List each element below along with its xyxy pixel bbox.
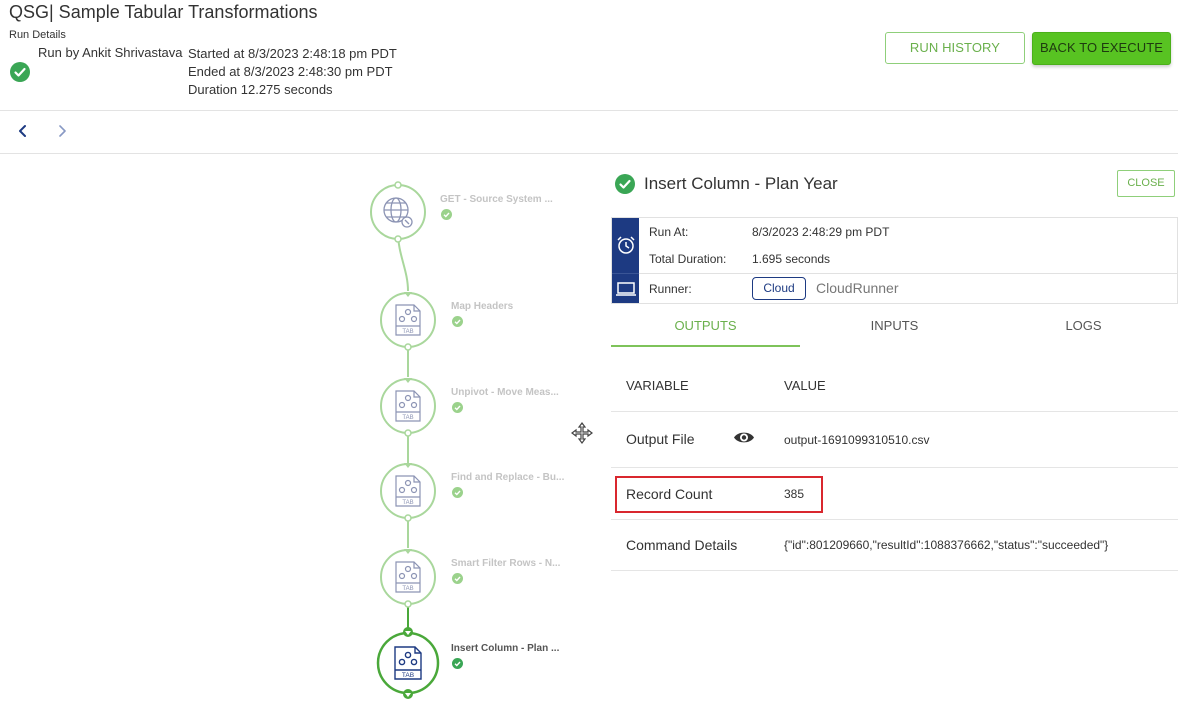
flow-node-smart-filter[interactable]: TAB	[380, 549, 436, 608]
run-duration: Duration 12.275 seconds	[188, 82, 333, 97]
run-at-value: 8/3/2023 2:48:29 pm PDT	[752, 225, 890, 239]
info-sidebar-divider	[612, 273, 639, 274]
alarm-clock-icon	[617, 236, 635, 254]
info-divider	[639, 273, 1178, 274]
runner-label: Runner:	[649, 282, 692, 296]
flow-node-label[interactable]: Insert Column - Plan ...	[451, 643, 559, 654]
run-ended: Ended at 8/3/2023 2:48:30 pm PDT	[188, 64, 393, 79]
flow-node-label[interactable]: Unpivot - Move Meas...	[451, 387, 559, 398]
column-header-value: VALUE	[784, 378, 826, 393]
flow-node-find-replace[interactable]: TAB	[380, 463, 436, 522]
output-variable-name: Command Details	[626, 537, 738, 553]
success-check-icon	[10, 62, 30, 82]
run-by: Run by Ankit Shrivastava	[38, 45, 183, 60]
runner-name: CloudRunner	[816, 280, 899, 296]
svg-text:TAB: TAB	[402, 329, 413, 335]
output-variable-value: {"id":801209660,"resultId":1088376662,"s…	[784, 538, 1109, 552]
tab-inputs[interactable]: INPUTS	[800, 318, 989, 333]
svg-text:TAB: TAB	[402, 500, 413, 506]
success-check-icon	[452, 316, 463, 327]
flow-diagram: TAB TAB TAB TAB TAB	[370, 181, 440, 699]
back-to-execute-button[interactable]: BACK TO EXECUTE	[1032, 32, 1171, 65]
active-tab-indicator	[611, 345, 800, 347]
column-header-variable: VARIABLE	[626, 378, 689, 393]
run-at-label: Run At:	[649, 225, 689, 239]
run-info-box: Run At: 8/3/2023 2:48:29 pm PDT Total Du…	[611, 217, 1178, 304]
row-divider	[611, 519, 1178, 520]
row-divider	[611, 411, 1178, 412]
svg-text:TAB: TAB	[402, 586, 413, 592]
flow-node-label[interactable]: Find and Replace - Bu...	[451, 472, 564, 483]
flow-node-insert-column[interactable]: TAB	[376, 627, 440, 699]
run-details-label: Run Details	[9, 29, 66, 41]
output-variable-value: output-1691099310510.csv	[784, 433, 930, 447]
total-duration-label: Total Duration:	[649, 252, 727, 266]
eye-icon[interactable]	[733, 430, 755, 445]
success-check-icon	[615, 174, 635, 194]
success-check-icon	[452, 402, 463, 413]
close-button[interactable]: CLOSE	[1117, 170, 1175, 197]
highlight-annotation-box	[615, 476, 823, 513]
row-divider	[611, 467, 1178, 468]
move-cursor-icon	[571, 422, 593, 444]
tab-logs[interactable]: LOGS	[989, 318, 1178, 333]
flow-node-map-headers[interactable]: TAB	[380, 292, 436, 351]
run-times: Started at 8/3/2023 2:48:18 pm PDT Ended…	[188, 45, 397, 99]
svg-text:TAB: TAB	[402, 672, 414, 679]
flow-node-unpivot[interactable]: TAB	[380, 378, 436, 437]
run-history-button[interactable]: RUN HISTORY	[885, 32, 1025, 64]
run-started: Started at 8/3/2023 2:48:18 pm PDT	[188, 46, 397, 61]
header-divider	[0, 110, 1178, 111]
flow-node-get-source[interactable]	[370, 181, 426, 243]
success-check-icon	[452, 487, 463, 498]
success-check-icon	[441, 209, 452, 220]
tab-outputs[interactable]: OUTPUTS	[611, 318, 800, 333]
flow-node-label[interactable]: Smart Filter Rows - N...	[451, 558, 560, 569]
nav-divider	[0, 153, 1178, 154]
step-title: Insert Column - Plan Year	[644, 174, 838, 193]
success-check-icon	[452, 658, 463, 669]
success-check-icon	[452, 573, 463, 584]
output-variable-name: Output File	[626, 431, 695, 447]
row-divider	[611, 570, 1178, 571]
flow-node-label[interactable]: GET - Source System ...	[440, 194, 553, 205]
svg-text:TAB: TAB	[402, 415, 413, 421]
flow-node-label[interactable]: Map Headers	[451, 301, 513, 312]
laptop-icon	[616, 282, 636, 296]
total-duration-value: 1.695 seconds	[752, 252, 831, 266]
chevron-right-icon[interactable]	[55, 123, 69, 139]
runner-type-badge: Cloud	[752, 277, 806, 300]
page-title: QSG| Sample Tabular Transformations	[9, 2, 318, 22]
chevron-left-icon[interactable]	[16, 123, 30, 139]
